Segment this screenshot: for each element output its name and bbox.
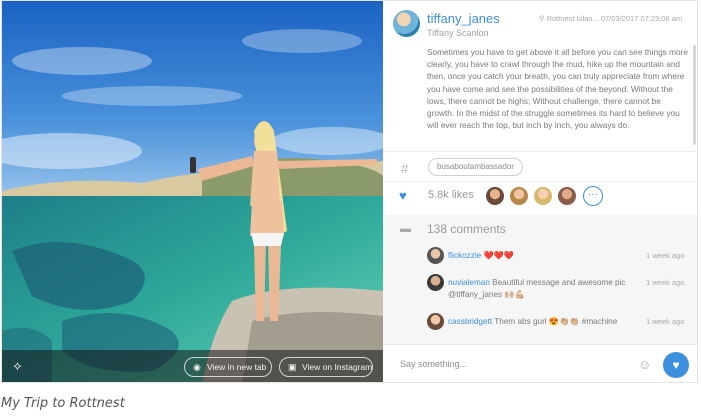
post-meta: ⚲ Rottnest Islan... 07/03/2017 07:23:06 … <box>539 14 682 23</box>
comment-text: ❤️❤️❤️ <box>483 251 515 260</box>
view-new-tab-label: View in new tab <box>207 362 267 372</box>
comment-avatar[interactable] <box>427 247 444 264</box>
post-timestamp: 07/03/2017 07:23:06 am <box>600 14 683 23</box>
liker-avatar[interactable] <box>509 186 529 206</box>
divider <box>383 151 697 152</box>
emoji-icon[interactable]: ☺ <box>638 357 651 372</box>
comment-user[interactable]: flickozzie <box>448 251 481 260</box>
view-new-tab-button[interactable]: ◉ View in new tab <box>184 357 272 377</box>
comment-user[interactable]: cassbridgett <box>448 317 492 326</box>
more-likes-icon[interactable]: ··· <box>583 186 603 206</box>
divider <box>383 181 697 182</box>
comment-input[interactable]: Say something... <box>400 359 467 369</box>
post-username[interactable]: tiffany_janes <box>427 11 500 26</box>
eye-icon: ◉ <box>193 362 201 372</box>
post-caption: Sometimes you have to get above it all b… <box>427 47 689 131</box>
comment-user[interactable]: nuvialeman <box>448 278 490 287</box>
comment-body: cassbridgett Them abs gurl 😍👏🏼👏🏼 #machin… <box>448 316 630 328</box>
comment-time: 1 week ago <box>646 278 685 287</box>
comment-composer: Say something... ☺ ♥ <box>383 344 697 382</box>
heart-icon[interactable]: ♥ <box>399 188 407 203</box>
caption-scrollbar[interactable] <box>693 45 696 145</box>
comments-count: 138 comments <box>427 222 506 236</box>
post-details-panel: tiffany_janes Tiffany Scanlon ⚲ Rottnest… <box>383 1 697 382</box>
view-instagram-button[interactable]: ▣ View on Instagram <box>279 357 373 377</box>
comment-time: 1 week ago <box>646 251 685 260</box>
comment-avatar[interactable] <box>427 313 444 330</box>
comment-text: Them abs gurl 😍👏🏼👏🏼 #machine <box>494 317 618 326</box>
liker-avatar[interactable] <box>533 186 553 206</box>
photo-action-bar: ✧ ◉ View in new tab ▣ View on Instagram <box>2 350 383 382</box>
comment-body: flickozzie ❤️❤️❤️ <box>448 250 630 262</box>
post-photo[interactable]: ✧ ◉ View in new tab ▣ View on Instagram <box>2 1 383 382</box>
instagram-icon: ▣ <box>288 362 297 372</box>
comments-section: ▬ 138 comments flickozzie ❤️❤️❤️ 1 week … <box>383 215 697 344</box>
page-caption: My Trip to Rottnest <box>1 396 125 411</box>
comment-body: nuvialeman Beautiful message and awesome… <box>448 277 630 301</box>
likes-count: 5.8k likes <box>428 189 474 201</box>
comment-avatar[interactable] <box>427 274 444 291</box>
comment-time: 1 week ago <box>646 317 685 326</box>
beach-scene-image <box>2 1 383 382</box>
comment-icon: ▬ <box>400 223 411 235</box>
liker-avatar[interactable] <box>485 186 505 206</box>
post-card: ✧ ◉ View in new tab ▣ View on Instagram … <box>1 0 698 383</box>
hashtag-chip[interactable]: busaboutambassador <box>428 158 523 176</box>
hashtag-icon: # <box>401 161 409 176</box>
view-instagram-label: View on Instagram <box>302 362 373 372</box>
heart-icon: ♥ <box>672 358 680 372</box>
post-location[interactable]: Rottnest Islan... <box>547 14 599 23</box>
location-pin-icon: ⚲ <box>539 14 545 23</box>
magic-wand-icon[interactable]: ✧ <box>12 359 28 375</box>
post-fullname: Tiffany Scanlon <box>427 28 489 38</box>
avatar[interactable] <box>393 10 420 37</box>
liker-avatar[interactable] <box>557 186 577 206</box>
send-like-button[interactable]: ♥ <box>663 352 689 378</box>
